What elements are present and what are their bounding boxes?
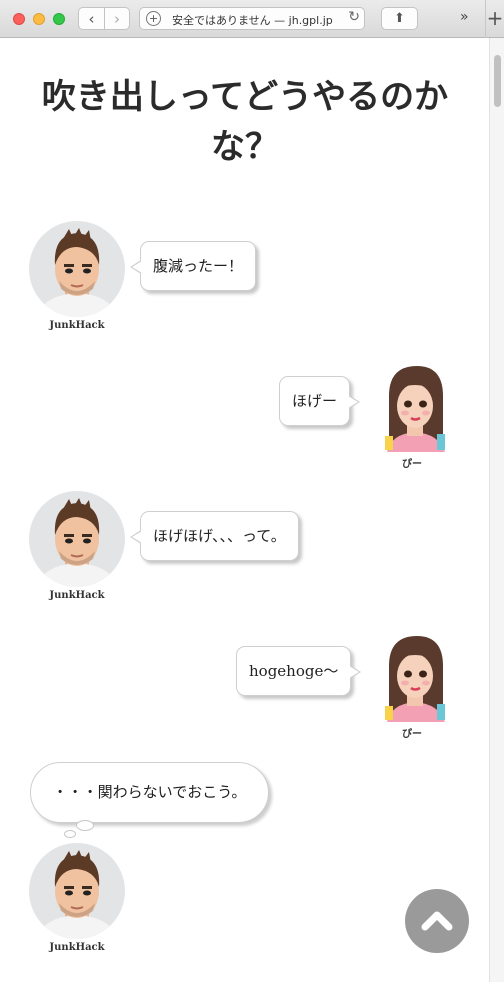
minimize-window-button[interactable] xyxy=(33,13,45,25)
speaker-name: JunkHack xyxy=(49,942,105,953)
speech-bubble: 腹減ったー！ xyxy=(130,241,257,291)
junkhack-avatar xyxy=(29,491,125,587)
toolbar-overflow-button[interactable]: » xyxy=(460,9,469,25)
browser-toolbar: ‹ › + 安全ではありません — jh.gpl.jp ↻ ⬆ » + xyxy=(0,0,504,38)
scroll-to-top-button[interactable] xyxy=(405,889,469,953)
new-tab-button[interactable]: + xyxy=(485,0,504,38)
speaker-name: JunkHack xyxy=(49,320,105,331)
speaker-name: ぴー xyxy=(402,459,422,470)
bubble-tail xyxy=(130,260,142,274)
bubble-tail xyxy=(130,530,142,544)
girl-avatar-icon xyxy=(385,366,445,452)
girl-avatar-icon xyxy=(385,636,445,722)
history-nav: ‹ › xyxy=(78,7,130,30)
scrollbar-thumb[interactable] xyxy=(494,55,501,107)
address-text: 安全ではありません — jh.gpl.jp xyxy=(172,14,333,27)
man-avatar-icon xyxy=(37,228,117,317)
close-window-button[interactable] xyxy=(13,13,25,25)
bubble-tail xyxy=(348,395,361,409)
message-text: hogehoge〜 xyxy=(249,662,339,680)
vertical-scrollbar[interactable] xyxy=(489,38,504,982)
back-button[interactable]: ‹ xyxy=(79,8,104,29)
man-avatar-icon xyxy=(37,850,117,939)
man-avatar-icon xyxy=(37,498,117,587)
reload-icon[interactable]: ↻ xyxy=(345,9,360,25)
speaker-name: ぴー xyxy=(402,729,422,740)
chevron-right-icon: › xyxy=(113,9,120,28)
message-text: 腹減ったー！ xyxy=(153,257,244,275)
page-title: 吹き出しってどうやるのかな？ xyxy=(41,77,449,167)
chevron-up-icon xyxy=(421,911,453,931)
pi-avatar xyxy=(367,356,463,452)
thought-dot xyxy=(64,830,76,838)
chevron-left-icon: ‹ xyxy=(88,9,95,28)
share-icon: ⬆ xyxy=(394,11,405,26)
message-text: ほげほげ、、、って。 xyxy=(153,527,286,545)
fullscreen-window-button[interactable] xyxy=(53,13,65,25)
address-bar[interactable]: + 安全ではありません — jh.gpl.jp ↻ xyxy=(139,7,365,30)
speaker-name: JunkHack xyxy=(49,590,105,601)
share-button[interactable]: ⬆ xyxy=(381,7,418,30)
speech-bubble: hogehoge〜 xyxy=(236,646,362,696)
bubble-tail xyxy=(349,665,362,679)
junkhack-avatar xyxy=(29,843,125,939)
thought-dot xyxy=(76,820,94,831)
pi-avatar xyxy=(367,626,463,722)
plus-circle-icon[interactable]: + xyxy=(146,11,161,26)
message-text: ほげー xyxy=(292,392,338,410)
message-text: ・・・関わらないでおこう。 xyxy=(52,783,247,801)
forward-button[interactable]: › xyxy=(103,8,129,29)
speech-bubble: ほげほげ、、、って。 xyxy=(130,511,299,561)
thought-bubble: ・・・関わらないでおこう。 xyxy=(30,762,269,823)
speech-bubble: ほげー xyxy=(279,376,361,426)
junkhack-avatar xyxy=(29,221,125,317)
